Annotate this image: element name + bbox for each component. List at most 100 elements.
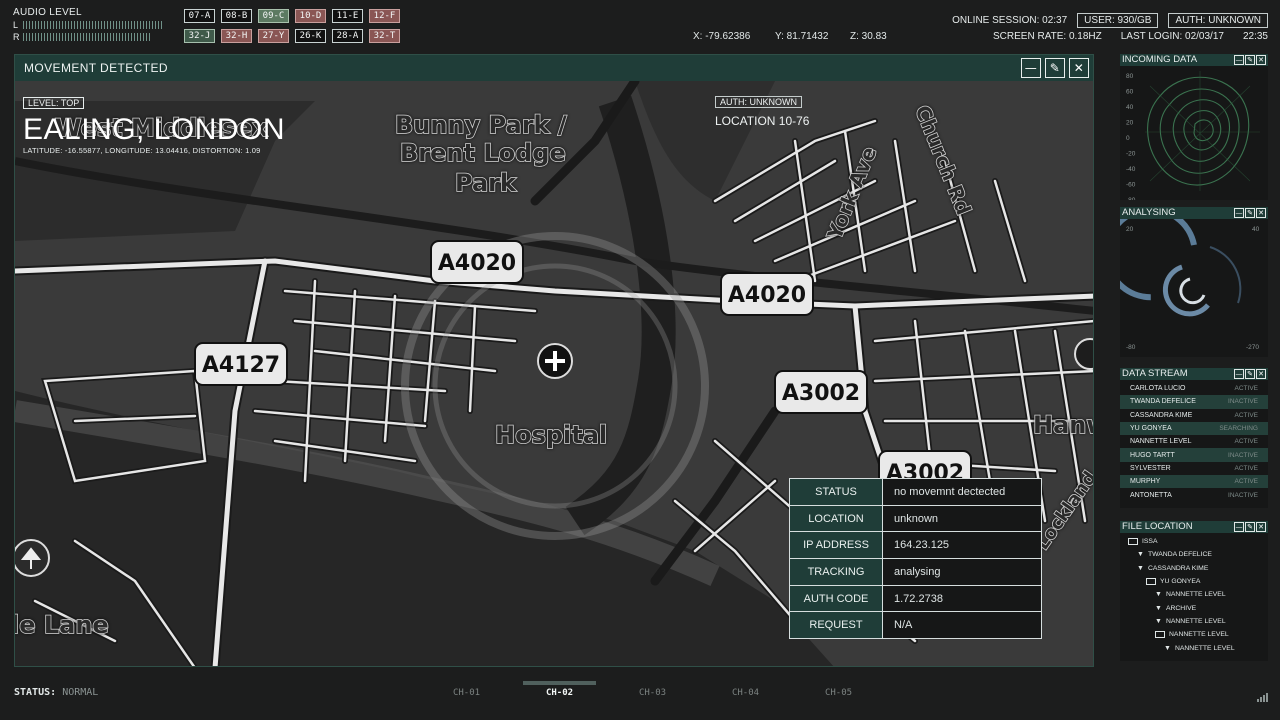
channel-tab-4[interactable]: CH-04 (699, 686, 792, 698)
minimize-button[interactable]: — (1021, 58, 1041, 78)
info-row: REQUEST N/A (789, 611, 1042, 640)
code-chip[interactable]: 32-J (184, 29, 215, 43)
file-tree-item[interactable]: ▼ NANNETTE LEVEL (1120, 615, 1268, 628)
panel-close-button[interactable]: ✕ (1256, 522, 1266, 532)
auth-overlay: AUTH: UNKNOWN LOCATION 10-76 (715, 92, 809, 128)
panel-title: FILE LOCATION (1122, 521, 1193, 532)
code-chip[interactable]: 32-H (221, 29, 252, 43)
file-tree-item[interactable]: ▼ CASSANDRA KIME (1120, 562, 1268, 575)
code-chip[interactable]: 07-A (184, 9, 215, 23)
lat-lon-readout: LATITUDE: -16.55877, LONGITUDE: 13.04416… (23, 146, 261, 155)
gauge-label-br: -270 (1246, 344, 1259, 351)
stream-item[interactable]: SYLVESTER ACTIVE (1120, 462, 1268, 475)
gauge-label-bl: -80 (1126, 344, 1136, 351)
level-badge[interactable]: LEVEL: TOP (23, 97, 85, 109)
incoming-axis-tick: -20 (1126, 151, 1136, 158)
coord-y: Y: 81.71432 (775, 31, 829, 42)
stream-item[interactable]: HUGO TARTT INACTIVE (1120, 448, 1268, 462)
file-tree-item[interactable]: ▼ NANNETTE LEVEL (1120, 641, 1268, 654)
info-row: AUTH CODE 1.72.2738 (789, 584, 1042, 613)
code-chip[interactable]: 12-F (369, 9, 400, 23)
file-tree-label: NANNETTE LEVEL (1165, 617, 1226, 625)
info-value: 164.23.125 (882, 531, 1042, 560)
panel-minimize-button[interactable]: — (1234, 369, 1244, 379)
info-value: analysing (882, 558, 1042, 586)
city-title: EALING, LONDON (23, 113, 286, 146)
map-label-park-1: Bunny Park / (395, 111, 567, 139)
file-tree-item[interactable]: YU GONYEA (1120, 575, 1268, 588)
panel-header[interactable]: FILE LOCATION — ✎ ✕ (1120, 521, 1268, 533)
coord-z: Z: 30.83 (850, 31, 887, 42)
status-value: NORMAL (62, 687, 99, 698)
panel-minimize-button[interactable]: — (1234, 55, 1244, 65)
file-tree-label: ISSA (1142, 538, 1158, 546)
panel-edit-button[interactable]: ✎ (1245, 55, 1255, 65)
channel-tab-3[interactable]: CH-03 (606, 686, 699, 698)
analysing-panel: ANALYSING — ✎ ✕ 20 40 -80 -270 (1103, 206, 1268, 357)
stream-item[interactable]: ANTONETTA INACTIVE (1120, 488, 1268, 501)
window-titlebar[interactable]: MOVEMENT DETECTED — ✎ ✕ (15, 55, 1093, 81)
panel-title: INCOMING DATA (1122, 54, 1198, 65)
code-chip[interactable]: 26-K (295, 29, 326, 43)
folder-icon (1155, 631, 1165, 639)
panel-header[interactable]: ANALYSING — ✎ ✕ (1120, 207, 1268, 219)
code-chip[interactable]: 11-E (332, 9, 363, 23)
panel-header[interactable]: INCOMING DATA — ✎ ✕ (1120, 54, 1268, 66)
map-auth-badge[interactable]: AUTH: UNKNOWN (715, 96, 802, 108)
surveillance-dashboard: AUDIO LEVEL L R 07-A 08-B 09-C 10-D 11-E 12-F… (0, 0, 1280, 720)
panel-edit-button[interactable]: ✎ (1245, 369, 1255, 379)
stream-item[interactable]: YU GONYEA SEARCHING (1120, 421, 1268, 436)
file-tree-label: TWANDA DEFELICE (1147, 551, 1212, 559)
session-bar: ONLINE SESSION: 02:37 USER: 930/GB AUTH:… (952, 13, 1268, 28)
incoming-axis-tick: 0 (1126, 135, 1130, 142)
panel-close-button[interactable]: ✕ (1256, 369, 1266, 379)
stream-name: ANTONETTA (1130, 491, 1172, 499)
stream-item[interactable]: MURPHY ACTIVE (1120, 475, 1268, 489)
stream-item[interactable]: TWANDA DEFELICE INACTIVE (1120, 395, 1268, 409)
panel-title: DATA STREAM (1122, 368, 1188, 379)
stream-name: CARLOTA LUCIO (1130, 385, 1186, 393)
stream-name: SYLVESTER (1130, 464, 1171, 472)
auth-badge[interactable]: AUTH: UNKNOWN (1168, 13, 1268, 28)
svg-text:A4020: A4020 (728, 283, 806, 308)
file-tree-item[interactable]: ▼ NANNETTE LEVEL (1120, 588, 1268, 601)
status-label: STATUS: (14, 687, 57, 698)
channel-tab-1[interactable]: CH-01 (420, 686, 513, 698)
stream-state: ACTIVE (1234, 411, 1258, 419)
stream-item[interactable]: NANNETTE LEVEL ACTIVE (1120, 435, 1268, 448)
panel-close-button[interactable]: ✕ (1256, 208, 1266, 218)
info-key: STATUS (789, 478, 883, 506)
stream-item[interactable]: CASSANDRA KIME ACTIVE (1120, 409, 1268, 422)
code-chip[interactable]: 32-T (369, 29, 400, 43)
folder-icon (1128, 538, 1138, 546)
edit-button[interactable]: ✎ (1045, 58, 1065, 78)
stream-state: INACTIVE (1228, 398, 1258, 406)
panel-header[interactable]: DATA STREAM — ✎ ✕ (1120, 368, 1268, 380)
channel-tab-2[interactable]: CH-02 (513, 681, 606, 698)
close-button[interactable]: ✕ (1069, 58, 1089, 78)
panel-close-button[interactable]: ✕ (1256, 55, 1266, 65)
code-chip[interactable]: 27-Y (258, 29, 289, 43)
panel-edit-button[interactable]: ✎ (1245, 522, 1255, 532)
map-label-lane: le Lane (15, 611, 109, 639)
code-chip[interactable]: 28-A (332, 29, 363, 43)
channel-tab-5[interactable]: CH-05 (792, 686, 885, 698)
file-tree-item[interactable]: ▼ TWANDA DEFELICE (1120, 548, 1268, 561)
audio-meter-left: L (13, 20, 163, 30)
user-badge[interactable]: USER: 930/GB (1077, 13, 1159, 28)
window-title: MOVEMENT DETECTED (24, 61, 168, 75)
panel-minimize-button[interactable]: — (1234, 522, 1244, 532)
code-chip[interactable]: 09-C (258, 9, 289, 23)
panel-minimize-button[interactable]: — (1234, 208, 1244, 218)
panel-edit-button[interactable]: ✎ (1245, 208, 1255, 218)
svg-text:A4020: A4020 (438, 251, 516, 276)
expand-triangle-icon: ▼ (1155, 604, 1162, 612)
file-tree-item[interactable]: ISSA (1120, 535, 1268, 548)
data-stream-list: CARLOTA LUCIO ACTIVE TWANDA DEFELICE INACTI… (1120, 380, 1268, 502)
code-chip[interactable]: 08-B (221, 9, 252, 23)
file-tree-item[interactable]: NANNETTE LEVEL (1120, 628, 1268, 641)
file-tree-item[interactable]: ▼ ARCHIVE (1120, 601, 1268, 614)
stream-item[interactable]: CARLOTA LUCIO ACTIVE (1120, 382, 1268, 395)
road-shield-a4020-east: A4020 (720, 272, 814, 316)
code-chip[interactable]: 10-D (295, 9, 326, 23)
